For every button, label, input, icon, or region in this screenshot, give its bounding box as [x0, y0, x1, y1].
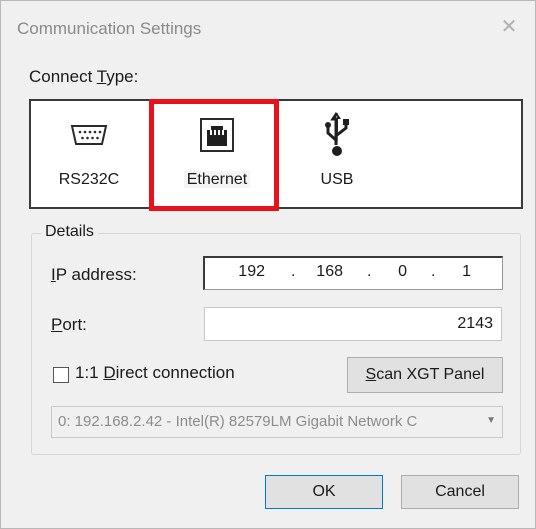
ip-separator: . [367, 263, 372, 280]
chevron-down-icon[interactable]: ▼ [486, 415, 496, 426]
connect-type-ethernet[interactable]: Ethernet [159, 101, 275, 207]
port-field[interactable]: 2143 [204, 307, 502, 341]
connect-type-label-rs232c: RS232C [58, 171, 120, 188]
ip-octet-1[interactable]: 192 [225, 263, 265, 281]
ip-separator: . [431, 263, 436, 280]
close-icon[interactable]: ✕ [497, 15, 521, 39]
usb-icon [279, 112, 395, 157]
ip-octet-3[interactable]: 0 [375, 263, 407, 281]
ip-octet-2[interactable]: 168 [295, 263, 343, 281]
connect-type-usb[interactable]: USB [279, 101, 395, 207]
network-adapter-value: 0: 192.168.2.42 - Intel(R) 82579LM Gigab… [58, 413, 418, 430]
ip-address-label: IP address: [51, 265, 137, 284]
scan-xgt-panel-button[interactable]: Scan XGT Panel [347, 357, 503, 393]
port-label: Port: [51, 315, 87, 334]
dialog-title: Communication Settings [17, 19, 202, 38]
connect-type-rs232c[interactable]: RS232C [31, 101, 147, 207]
port-value: 2143 [457, 315, 493, 332]
ip-address-field[interactable]: 192 . 168 . 0 . 1 [203, 256, 503, 290]
connect-type-label-usb: USB [320, 171, 354, 188]
direct-connection-checkbox[interactable] [53, 367, 69, 383]
communication-settings-dialog: Communication Settings ✕ Connect Type: R… [0, 0, 536, 529]
ip-octet-4[interactable]: 1 [441, 263, 471, 281]
serial-port-icon [31, 113, 147, 157]
connect-type-label: Connect Type: [29, 67, 139, 86]
connect-type-panel: RS232C Ethernet USB [29, 99, 523, 209]
direct-connection-label[interactable]: 1:1 Direct connection [75, 363, 235, 383]
ethernet-port-icon [159, 113, 275, 157]
cancel-button[interactable]: Cancel [401, 475, 519, 509]
title-bar: Communication Settings ✕ [1, 1, 535, 59]
ok-button[interactable]: OK [265, 475, 383, 509]
network-adapter-select[interactable]: 0: 192.168.2.42 - Intel(R) 82579LM Gigab… [51, 406, 503, 438]
details-legend: Details [41, 223, 98, 241]
connect-type-label-ethernet: Ethernet [183, 171, 251, 188]
